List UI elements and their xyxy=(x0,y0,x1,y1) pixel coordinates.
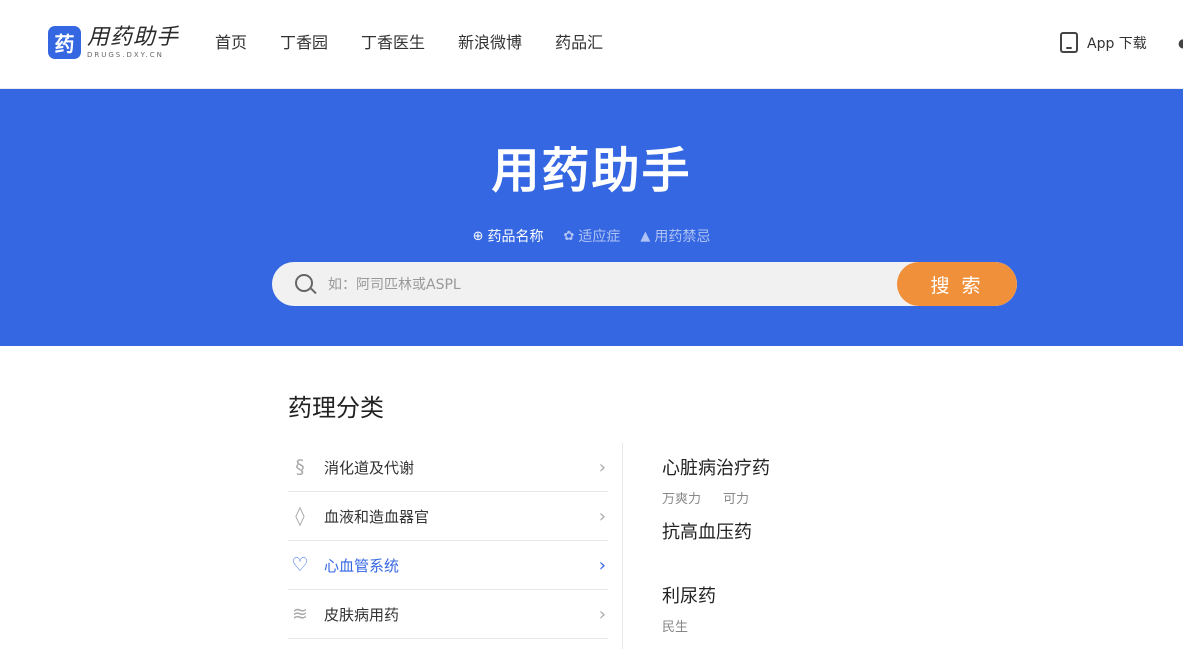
search-input[interactable] xyxy=(326,262,890,306)
search-icon xyxy=(295,274,313,292)
virus-icon: ✿ xyxy=(563,228,575,244)
user-icon[interactable]: ● xyxy=(1178,36,1183,50)
tab-contraindication[interactable]: ▲ 用药禁忌 xyxy=(640,226,710,246)
app-download-link[interactable]: App 下载 xyxy=(1060,32,1147,53)
chevron-right-icon: › xyxy=(598,554,606,576)
subcategory-group: 利尿药 民生 xyxy=(662,584,771,648)
category-item-digestive[interactable]: § 消化道及代谢 › xyxy=(288,443,608,492)
nav-home[interactable]: 首页 xyxy=(215,33,247,53)
logo-badge: 药 xyxy=(48,26,81,59)
category-label: 心血管系统 xyxy=(324,556,400,575)
drug-link[interactable]: 民生 xyxy=(662,616,688,648)
subcategory-title-diuretic[interactable]: 利尿药 xyxy=(662,584,771,610)
drug-link[interactable]: 万爽力 xyxy=(662,488,701,520)
vertical-divider xyxy=(622,443,623,649)
hero-banner: 用药助手 ⊕ 药品名称 ✿ 适应症 ▲ 用药禁忌 搜 索 xyxy=(0,89,1183,346)
tab-label: 适应症 xyxy=(578,229,621,245)
warning-icon: ▲ xyxy=(640,228,651,244)
subcategory-panel: 心脏病治疗药 万爽力 可力 抗高血压药 利尿药 民生 xyxy=(662,456,771,648)
chevron-right-icon: › xyxy=(598,505,606,527)
subcategory-items: 民生 xyxy=(662,610,771,648)
drug-link[interactable]: 可力 xyxy=(723,488,749,520)
subcategory-title-heart-disease[interactable]: 心脏病治疗药 xyxy=(662,456,771,482)
chevron-right-icon: › xyxy=(598,603,606,625)
app-download-label: App 下载 xyxy=(1087,35,1147,52)
blood-drop-icon: ◊ xyxy=(295,505,305,527)
subcategory-items xyxy=(662,546,771,584)
category-item-dermatology[interactable]: ≋ 皮肤病用药 › xyxy=(288,590,608,639)
tab-indication[interactable]: ✿ 适应症 xyxy=(564,226,621,246)
top-navigation-bar: 药 用药助手 DRUGS.DXY.CN 首页 丁香园 丁香医生 新浪微博 药品汇… xyxy=(0,0,1183,89)
nav-drug-hub[interactable]: 药品汇 xyxy=(555,33,603,53)
subcategory-title-antihypertensive[interactable]: 抗高血压药 xyxy=(662,520,771,546)
search-button[interactable]: 搜 索 xyxy=(897,262,1017,306)
section-title: 药理分类 xyxy=(288,394,384,422)
nav-dxy-doctor[interactable]: 丁香医生 xyxy=(361,33,425,53)
tab-drug-name[interactable]: ⊕ 药品名称 xyxy=(473,226,544,246)
search-bar: 搜 索 xyxy=(272,262,1017,306)
logo-text: 用药助手 DRUGS.DXY.CN xyxy=(87,24,180,59)
site-logo[interactable]: 药 用药助手 DRUGS.DXY.CN xyxy=(48,26,179,59)
tab-label: 用药禁忌 xyxy=(654,229,711,245)
tab-label: 药品名称 xyxy=(487,229,544,245)
category-item-blood[interactable]: ◊ 血液和造血器官 › xyxy=(288,492,608,541)
category-label: 消化道及代谢 xyxy=(324,458,415,477)
category-list: § 消化道及代谢 › ◊ 血液和造血器官 › ♡ 心血管系统 › ≋ 皮肤病用药… xyxy=(288,443,608,639)
main-nav: 首页 丁香园 丁香医生 新浪微博 药品汇 xyxy=(215,33,636,53)
subcategory-group: 心脏病治疗药 万爽力 可力 xyxy=(662,456,771,520)
nav-dxy[interactable]: 丁香园 xyxy=(280,33,328,53)
category-item-cardiovascular[interactable]: ♡ 心血管系统 › xyxy=(288,541,608,590)
logo-subtitle: DRUGS.DXY.CN xyxy=(87,50,164,59)
category-label: 血液和造血器官 xyxy=(324,507,430,526)
subcategory-items: 万爽力 可力 xyxy=(662,482,771,520)
medicine-bottle-icon: ⊕ xyxy=(472,228,484,244)
skin-icon: ≋ xyxy=(292,603,308,625)
chevron-right-icon: › xyxy=(598,456,606,478)
hero-title: 用药助手 xyxy=(491,143,692,199)
subcategory-group: 抗高血压药 xyxy=(662,520,771,584)
nav-weibo[interactable]: 新浪微博 xyxy=(458,33,522,53)
logo-title: 用药助手 xyxy=(87,24,180,50)
category-label: 皮肤病用药 xyxy=(324,605,400,624)
heart-icon: ♡ xyxy=(291,554,309,576)
stomach-icon: § xyxy=(295,456,305,478)
search-type-tabs: ⊕ 药品名称 ✿ 适应症 ▲ 用药禁忌 xyxy=(0,226,1183,246)
tablet-icon xyxy=(1060,32,1078,53)
